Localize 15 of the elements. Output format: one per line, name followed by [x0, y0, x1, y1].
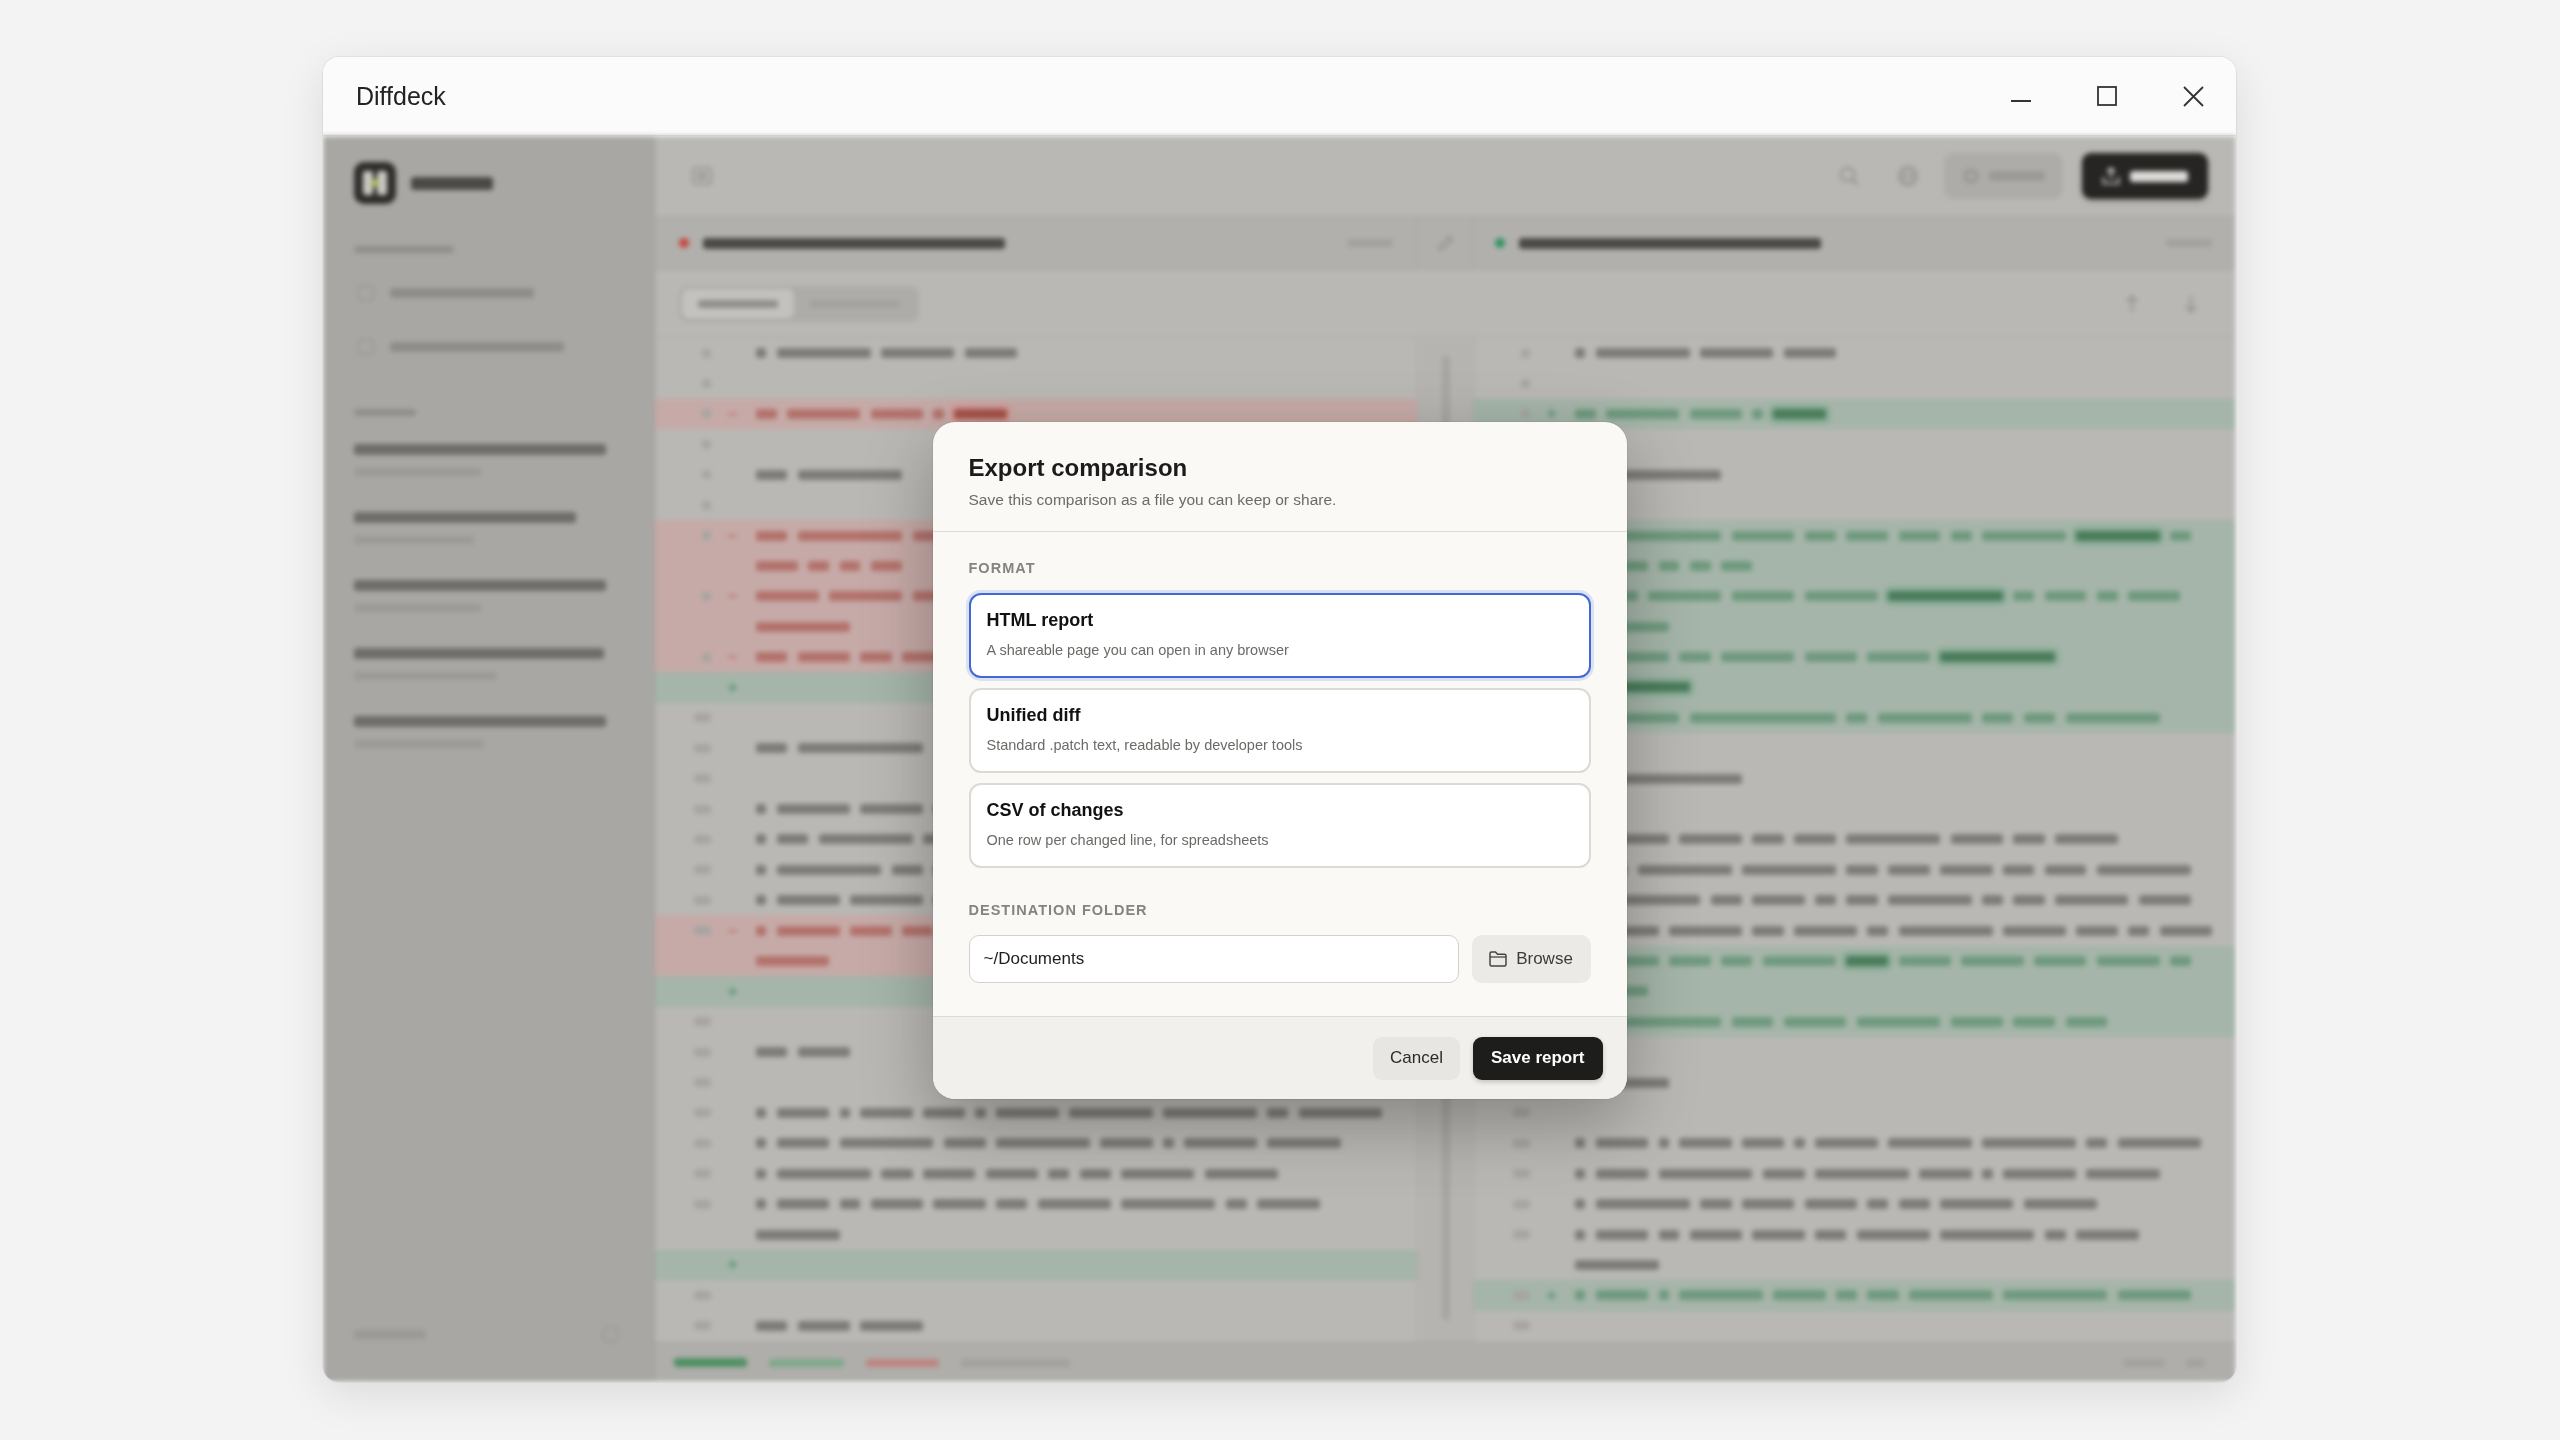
maximize-icon[interactable]: [2097, 86, 2117, 106]
section-label: FORMAT: [968, 559, 1037, 577]
close-icon[interactable]: [2182, 85, 2204, 107]
browse-button[interactable]: Browse: [1471, 935, 1591, 983]
folder-icon: [1489, 951, 1508, 967]
dialog-title: Export comparison: [968, 453, 1189, 483]
save-report-button[interactable]: Save report: [1472, 1036, 1603, 1080]
format-option[interactable]: Unified diff Standard .patch text, readable by developer tools: [968, 688, 1591, 773]
cancel-button[interactable]: Cancel: [1372, 1036, 1460, 1080]
dialog-subtitle: Save this comparison as a file you can keep or share.: [968, 490, 1338, 510]
folder-path-field[interactable]: ~/Documents: [968, 935, 1459, 983]
window-title: Diffdeck: [356, 81, 446, 111]
format-option[interactable]: CSV of changes One row per changed line, for spreadsheets: [968, 783, 1591, 868]
format-option[interactable]: HTML report A shareable page you can open in any browser: [968, 593, 1591, 678]
section-label: DESTINATION FOLDER: [968, 901, 1149, 919]
